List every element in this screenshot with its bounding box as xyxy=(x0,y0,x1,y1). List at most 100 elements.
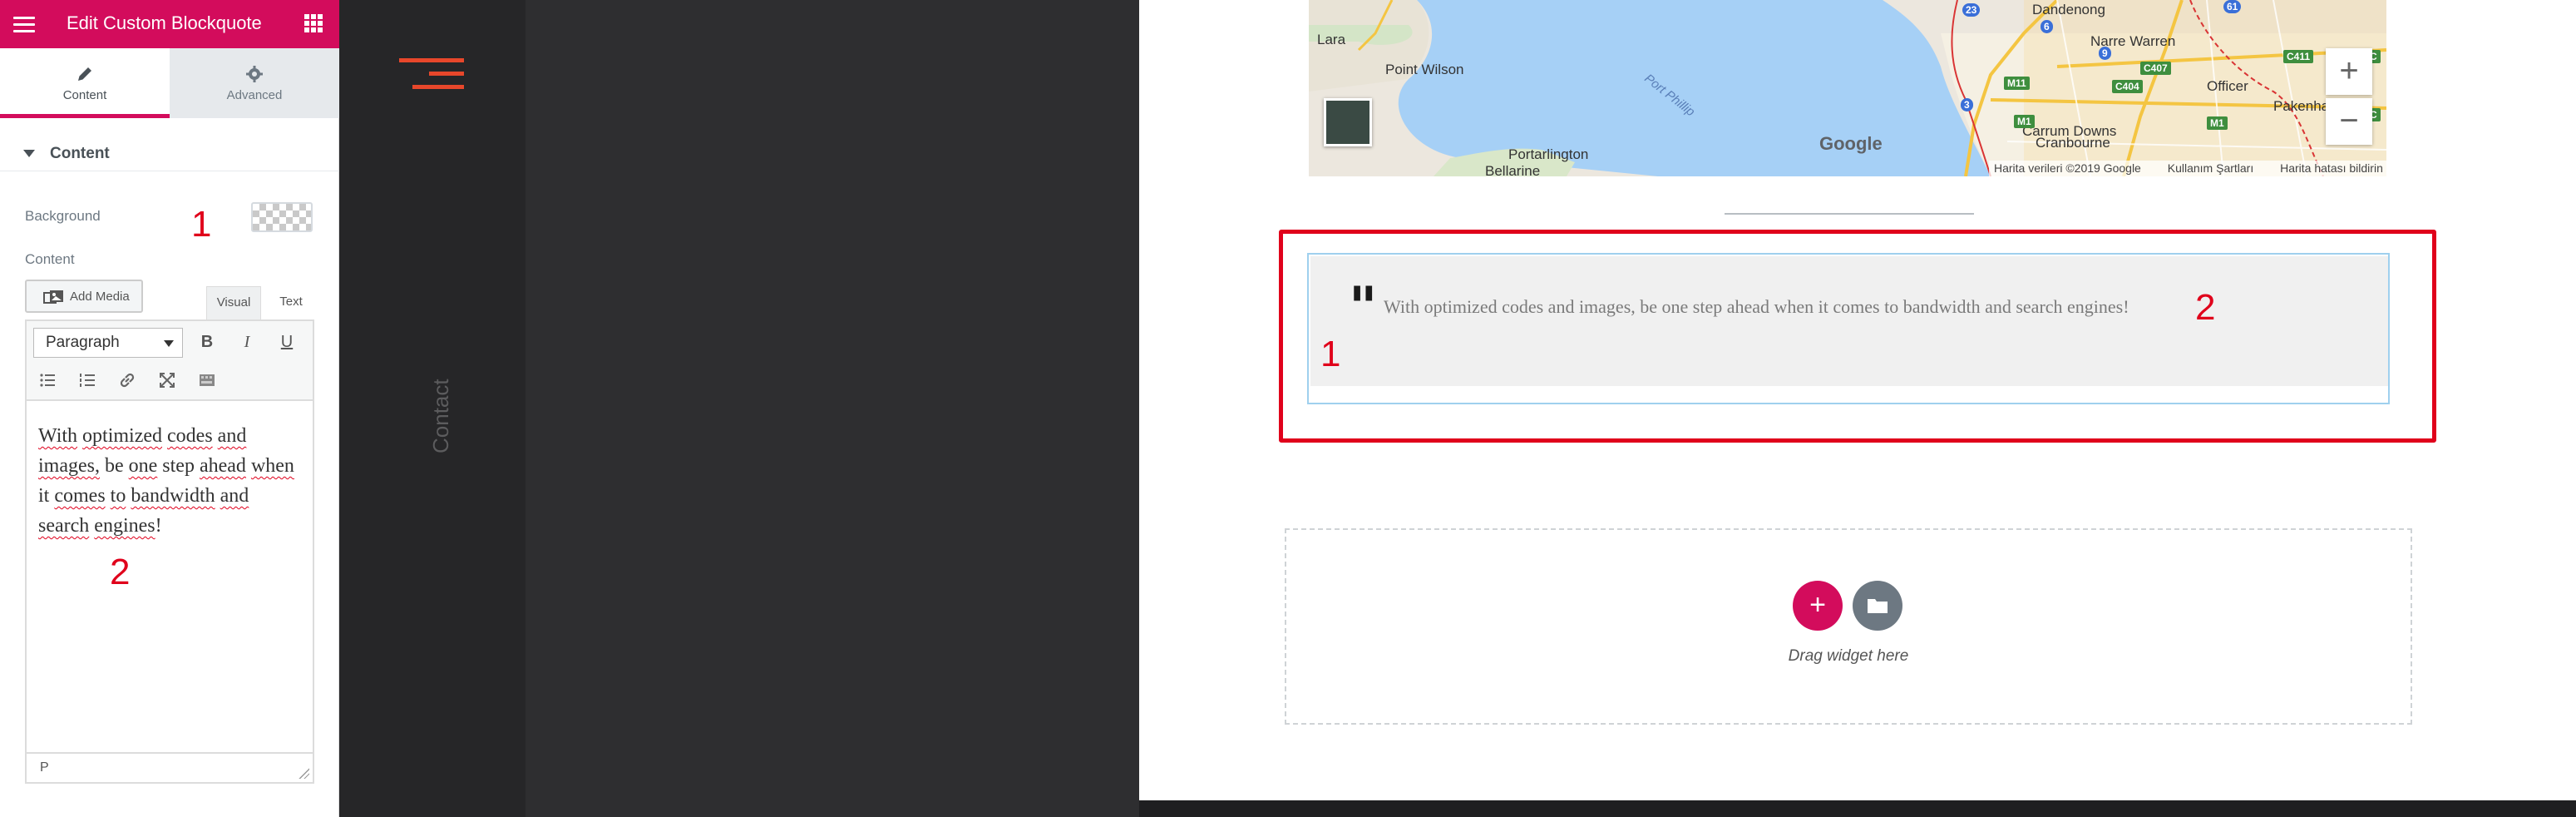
underline-button[interactable]: U xyxy=(274,329,299,354)
editor-word: With xyxy=(38,425,78,447)
editor-word: ! xyxy=(155,515,162,537)
editor-toolbar: Paragraph B I U xyxy=(27,321,313,401)
content-label: Content xyxy=(25,251,75,267)
drag-widget-hint: Drag widget here xyxy=(1788,647,1909,665)
blockquote-widget[interactable] xyxy=(1307,253,2390,404)
editor-word: to xyxy=(110,485,126,507)
map-label: Bellarine xyxy=(1485,163,1541,176)
bullet-list-icon[interactable] xyxy=(35,368,60,393)
blockquote-background xyxy=(1310,256,2388,386)
background-color-swatch[interactable] xyxy=(251,202,313,232)
widgets-grid-icon[interactable] xyxy=(304,14,323,32)
map-data-credit: Harita verileri ©2019 Google xyxy=(1994,161,2141,175)
road-shield: C404 xyxy=(2112,80,2143,93)
terms-link[interactable]: Kullanım Şartları xyxy=(2168,161,2253,175)
editor-word: be xyxy=(104,455,124,477)
panel-header: Edit Custom Blockquote xyxy=(0,0,339,48)
media-icon xyxy=(43,290,63,304)
section-title: Content xyxy=(50,145,110,162)
road-shield: 9 xyxy=(2099,47,2111,60)
annotation-number-1: 1 xyxy=(191,204,212,245)
annotation-number-2: 2 xyxy=(110,552,131,592)
map-zoom-out-button[interactable]: − xyxy=(2326,98,2372,145)
blockquote-text: With optimized codes and images, be one … xyxy=(1384,296,2129,317)
nav-link-contact[interactable]: Contact xyxy=(428,379,453,453)
quote-mark-icon: " xyxy=(1349,275,1378,339)
editor-word: it xyxy=(38,485,50,507)
caret-down-icon xyxy=(23,150,35,157)
map-label: Lara xyxy=(1317,32,1346,47)
toolbar-toggle-icon[interactable] xyxy=(195,368,220,393)
hamburger-menu-icon[interactable] xyxy=(13,14,35,34)
map-label: Officer xyxy=(2207,78,2248,94)
editor-word: codes xyxy=(167,425,213,447)
road-shield: C411 xyxy=(2283,50,2314,63)
add-media-button[interactable]: Add Media xyxy=(25,280,143,313)
format-select-value: Paragraph xyxy=(46,334,120,351)
numbered-list-icon[interactable] xyxy=(75,368,100,393)
tab-content-label: Content xyxy=(62,88,107,102)
divider xyxy=(1725,213,1974,215)
resize-grip-icon[interactable] xyxy=(298,767,309,779)
element-path: P xyxy=(40,760,49,775)
annotation-number-1: 1 xyxy=(1320,334,1341,374)
paragraph-format-select[interactable]: Paragraph xyxy=(33,328,183,358)
canvas-background xyxy=(526,0,1139,817)
map-label: Dandenong xyxy=(2032,2,2105,17)
road-shield: M11 xyxy=(2004,77,2030,90)
pencil-icon xyxy=(78,67,91,81)
editor-word: when xyxy=(250,455,294,477)
editor-word: search xyxy=(38,515,90,537)
map-label: Point Wilson xyxy=(1385,62,1464,77)
add-media-label: Add Media xyxy=(70,290,130,304)
road-shield: M1 xyxy=(2014,115,2035,128)
add-section-button[interactable]: + xyxy=(1793,581,1843,631)
tab-advanced-label: Advanced xyxy=(226,88,283,102)
google-logo: Google xyxy=(1819,133,1883,154)
gear-icon xyxy=(246,66,263,82)
tab-content[interactable]: Content xyxy=(0,48,170,118)
site-logo[interactable] xyxy=(399,58,464,92)
folder-icon xyxy=(1868,599,1888,613)
editor-word: and xyxy=(220,485,249,507)
editor-word: one xyxy=(128,455,158,477)
annotation-number-2: 2 xyxy=(2195,287,2216,328)
editor-word: ahead xyxy=(199,455,246,477)
editor-content-text[interactable]: With optimized codes and images, be one … xyxy=(38,421,303,541)
background-label: Background xyxy=(25,208,101,224)
editor-word: optimized xyxy=(82,425,163,447)
road-shield: 61 xyxy=(2223,0,2242,13)
add-section-dropzone[interactable] xyxy=(1285,528,2412,725)
editor-word: bandwidth xyxy=(131,485,215,507)
tab-advanced[interactable]: Advanced xyxy=(170,48,339,118)
road-shield: 6 xyxy=(2041,20,2053,33)
editor-word: comes xyxy=(54,485,106,507)
dropdown-arrow-icon xyxy=(164,340,174,347)
editor-panel: Edit Custom Blockquote Content Advanced … xyxy=(0,0,339,817)
add-template-button[interactable] xyxy=(1853,581,1902,631)
editor-status-bar: P xyxy=(27,752,313,782)
editor-word: engines xyxy=(94,515,155,537)
map-label: Portarlington xyxy=(1508,146,1589,162)
editor-tab-visual[interactable]: Visual xyxy=(206,286,261,319)
editor-tab-text[interactable]: Text xyxy=(264,286,318,319)
report-error-link[interactable]: Harita hatası bildirin xyxy=(2280,161,2383,175)
road-shield: 3 xyxy=(1961,98,1973,111)
panel-title: Edit Custom Blockquote xyxy=(67,12,262,33)
bold-button[interactable]: B xyxy=(195,329,220,354)
road-shield: 23 xyxy=(1962,3,1981,17)
section-header-content[interactable]: Content xyxy=(0,138,339,171)
panel-tabs: Content Advanced xyxy=(0,48,339,118)
map-satellite-toggle[interactable] xyxy=(1324,98,1372,146)
editor-word: step xyxy=(162,455,195,477)
link-icon[interactable] xyxy=(115,368,140,393)
road-shield: C407 xyxy=(2140,62,2171,75)
editor-word: images, xyxy=(38,455,100,477)
road-shield: M1 xyxy=(2207,116,2228,130)
italic-button[interactable]: I xyxy=(234,329,259,354)
fullscreen-icon[interactable] xyxy=(155,368,180,393)
map-label: Cranbourne xyxy=(2036,135,2110,151)
map-attribution: Harita verileri ©2019 Google Kullanım Şa… xyxy=(1989,161,2386,176)
map-zoom-in-button[interactable]: + xyxy=(2326,48,2372,95)
editor-word: and xyxy=(217,425,247,447)
